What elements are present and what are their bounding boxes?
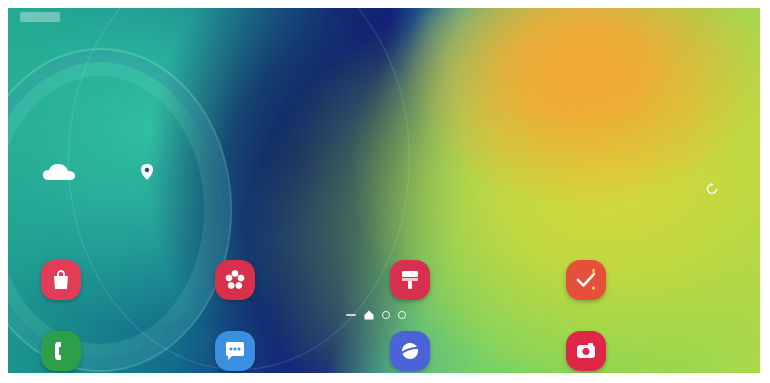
home-indicator-icon[interactable]: [364, 310, 374, 320]
app-shortcut-internet[interactable]: [390, 331, 442, 371]
app-shortcut-reminder[interactable]: [566, 260, 618, 300]
page-indicator-dash: [346, 314, 356, 316]
shopping-bag-icon[interactable]: [41, 260, 81, 300]
chat-icon[interactable]: [215, 331, 255, 371]
app-shortcut-themes[interactable]: [390, 260, 442, 300]
cloud-icon: [43, 164, 75, 180]
paint-roller-icon[interactable]: [390, 260, 430, 300]
weather-widget[interactable]: [42, 162, 86, 182]
location-widget[interactable]: [141, 164, 161, 180]
app-shortcut-gallery[interactable]: [215, 260, 267, 300]
app-shortcut-messages[interactable]: [215, 331, 267, 371]
location-pin-icon: [141, 164, 153, 180]
app-shortcut-camera[interactable]: [566, 331, 618, 371]
page-dot[interactable]: [382, 311, 390, 319]
refresh-icon[interactable]: [705, 182, 719, 196]
page-indicator[interactable]: [346, 310, 406, 320]
phone-icon[interactable]: [41, 331, 81, 371]
planet-icon[interactable]: [390, 331, 430, 371]
status-bar-left: [20, 12, 60, 22]
flower-icon[interactable]: [215, 260, 255, 300]
page-dot[interactable]: [398, 311, 406, 319]
check-reminder-icon[interactable]: [566, 260, 606, 300]
camera-icon[interactable]: [566, 331, 606, 371]
app-shortcut-phone[interactable]: [41, 331, 93, 371]
home-screen[interactable]: [8, 8, 760, 373]
app-shortcut-store[interactable]: [41, 260, 93, 300]
